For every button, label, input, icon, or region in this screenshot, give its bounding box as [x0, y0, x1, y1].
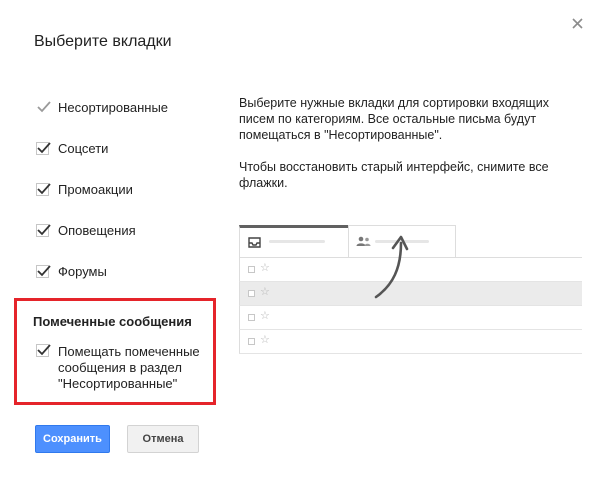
- category-item-forums[interactable]: Форумы: [36, 262, 107, 280]
- category-item-unsorted: Несортированные: [36, 98, 168, 116]
- dialog-title: Выберите вкладки: [34, 33, 172, 50]
- close-icon: [572, 18, 583, 29]
- tabs-illustration: ☆ ☆ ☆ ☆: [239, 225, 582, 365]
- check-icon: [37, 264, 51, 276]
- mini-checkbox: [248, 290, 255, 297]
- category-item-promotions[interactable]: Промоакции: [36, 180, 133, 198]
- category-checkbox-updates[interactable]: [36, 223, 51, 237]
- starred-checkbox[interactable]: [36, 344, 51, 357]
- tab-placeholder-bar: [269, 240, 325, 243]
- category-label: Несортированные: [58, 99, 169, 115]
- mini-checkbox: [248, 314, 255, 321]
- check-icon: [37, 100, 51, 112]
- starred-option-label[interactable]: Помещать помеченные сообщения в раздел "…: [58, 344, 208, 392]
- category-checkbox-forums[interactable]: [36, 264, 51, 278]
- star-icon: ☆: [260, 262, 270, 274]
- tabs-dialog: Выберите вкладки Несортированные Соцсети…: [0, 0, 615, 477]
- description: Выберите нужные вкладки для сортировки в…: [239, 95, 579, 191]
- category-label: Оповещения: [58, 222, 136, 238]
- star-icon: ☆: [260, 286, 270, 298]
- illustration-tab-primary: [239, 225, 348, 258]
- check-icon: [37, 141, 51, 153]
- category-item-social[interactable]: Соцсети: [36, 139, 108, 157]
- mini-checkbox: [248, 266, 255, 273]
- curved-arrow-icon: [374, 235, 409, 299]
- star-icon: ☆: [260, 310, 270, 322]
- check-icon: [37, 223, 51, 235]
- category-checkbox-promotions[interactable]: [36, 182, 51, 196]
- category-label: Соцсети: [58, 140, 109, 156]
- category-checkbox-unsorted: [36, 100, 51, 114]
- category-item-updates[interactable]: Оповещения: [36, 221, 136, 239]
- star-icon: ☆: [260, 334, 270, 346]
- description-paragraph: Выберите нужные вкладки для сортировки в…: [239, 96, 549, 142]
- inbox-icon: [248, 237, 261, 248]
- description-paragraph: Чтобы восстановить старый интерфейс, сни…: [239, 160, 549, 190]
- category-label: Форумы: [58, 263, 107, 279]
- cancel-button[interactable]: Отмена: [127, 425, 199, 453]
- starred-section-title: Помеченные сообщения: [33, 314, 192, 329]
- mini-checkbox: [248, 338, 255, 345]
- illustration-row: ☆: [239, 330, 582, 354]
- check-icon: [37, 344, 51, 356]
- illustration-row: ☆: [239, 306, 582, 330]
- close-button[interactable]: [568, 14, 588, 34]
- category-checkbox-social[interactable]: [36, 141, 51, 155]
- category-label: Промоакции: [58, 181, 133, 197]
- check-icon: [37, 182, 51, 194]
- save-button[interactable]: Сохранить: [35, 425, 110, 453]
